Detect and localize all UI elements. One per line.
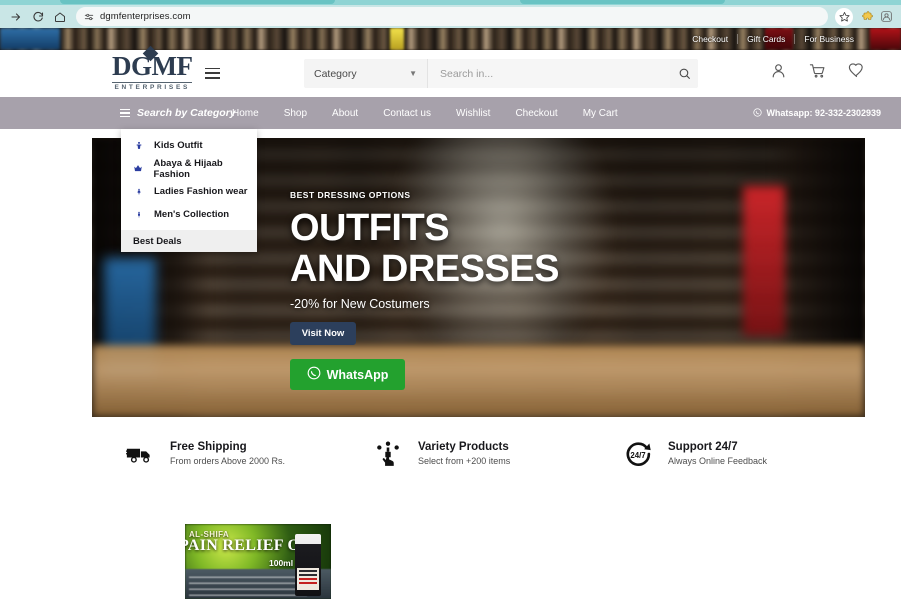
site-logo[interactable]: DGMF ENTERPRISES [112,45,221,92]
top-strip-links: Checkout Gift Cards For Business [683,28,863,50]
browser-tab[interactable] [60,0,335,4]
address-bar[interactable]: dgmfenterprises.com [76,7,828,26]
category-item-ladies-fashion-wear[interactable]: Ladies Fashion wear [121,180,257,203]
home-icon[interactable] [50,7,70,27]
hero-red-garment [743,186,785,336]
nav-whatsapp-label: Whatsapp: 92-332-2302939 [766,108,881,118]
truck-icon [124,438,156,470]
visit-now-button[interactable]: Visit Now [290,322,356,345]
profile-icon[interactable] [878,8,895,25]
category-item-label: Ladies Fashion wear [154,186,248,197]
strip-accent [390,28,404,50]
hero-text-block: BEST DRESSING OPTIONS OUTFITS AND DRESSE… [290,190,560,311]
crown-icon [133,164,144,173]
strip-accent [870,28,901,50]
nav-links: Home Shop About Contact us Wishlist Chec… [232,108,618,119]
category-item-kids-outfit[interactable]: Kids Outfit [121,134,257,157]
whatsapp-button[interactable]: WhatsApp [290,359,405,390]
woman-icon [133,186,144,197]
feature-description: From orders Above 2000 Rs. [170,456,286,466]
nav-item-about[interactable]: About [332,108,358,119]
feature-description: Always Online Feedback [668,456,768,466]
nav-item-home[interactable]: Home [232,108,259,119]
hero-eyebrow: BEST DRESSING OPTIONS [290,190,411,200]
star-icon[interactable] [835,7,853,26]
feature-title: Free Shipping [170,441,247,453]
cart-icon[interactable] [809,62,826,79]
header-search-group: Category ▼ Search in... [304,59,698,88]
hero-title-line1: OUTFITS [290,207,450,249]
feature-support-24-7: 24/7 Support 24/7 Always Online Feedback [622,438,767,470]
category-item-label: Best Deals [133,235,182,247]
feature-title: Support 24/7 [668,441,738,453]
product-volume: 100ml [269,558,294,568]
product-bottle [295,534,321,596]
address-bar-url: dgmfenterprises.com [100,11,191,22]
category-item-mens-collection[interactable]: Men's Collection [121,203,257,226]
search-input[interactable]: Search in... [428,59,670,88]
top-strip-link-gift-cards[interactable]: Gift Cards [738,34,796,44]
search-by-category-label: Search by Category [137,107,236,119]
24-7-support-icon: 24/7 [622,438,654,470]
nav-item-wishlist[interactable]: Wishlist [456,108,490,119]
top-strip-link-for-business[interactable]: For Business [795,34,863,44]
features-section: Free Shipping From orders Above 2000 Rs.… [92,430,865,482]
search-icon[interactable] [670,59,698,88]
user-icon[interactable] [770,62,787,79]
man-icon [133,209,144,220]
kids-icon [133,140,144,151]
top-strip-link-checkout[interactable]: Checkout [683,34,739,44]
nav-whatsapp-contact[interactable]: Whatsapp: 92-332-2302939 [753,107,881,119]
main-navigation-bar: Search by Category Home Shop About Conta… [0,97,901,129]
whatsapp-button-label: WhatsApp [326,367,389,382]
hero-floor [92,345,865,417]
nav-item-shop[interactable]: Shop [284,108,307,119]
feature-description: Select from +200 items [418,456,511,466]
nav-item-my-cart[interactable]: My Cart [583,108,618,119]
hero-title-line2: AND DRESSES [290,248,560,290]
feature-variety-products: Variety Products Select from +200 items [372,438,510,470]
logo-text-block: DGMF ENTERPRISES [112,45,193,92]
header-icon-group [770,62,865,79]
whatsapp-icon [307,366,321,383]
category-item-best-deals[interactable]: Best Deals [121,230,257,252]
extension-puzzle-icon[interactable] [859,8,876,25]
whatsapp-icon [753,107,763,119]
svg-text:24/7: 24/7 [630,451,646,460]
browser-toolbar: dgmfenterprises.com [0,5,901,28]
logo-secondary-text: ENTERPRISES [112,82,193,92]
chevron-down-icon: ▼ [409,69,417,78]
category-item-label: Men's Collection [154,209,230,220]
search-input-placeholder: Search in... [440,67,494,80]
category-item-abaya-hijaab-fashion[interactable]: Abaya & Hijaab Fashion [121,157,257,180]
category-select-label: Category [314,67,357,80]
feature-free-shipping: Free Shipping From orders Above 2000 Rs. [124,438,285,470]
reload-icon[interactable] [28,7,48,27]
visit-now-label: Visit Now [301,328,345,339]
feature-title: Variety Products [418,441,509,453]
browser-chrome: dgmfenterprises.com [0,0,901,28]
nav-item-checkout[interactable]: Checkout [515,108,557,119]
hero-subtitle: -20% for New Costumers [290,297,430,311]
category-item-label: Abaya & Hijaab Fashion [153,157,223,180]
browser-tab[interactable] [520,0,725,4]
search-by-category-button[interactable]: Search by Category [120,107,236,119]
heart-icon[interactable] [848,62,865,79]
product-bottle-label [297,568,319,590]
site-settings-icon[interactable] [84,12,94,22]
top-banner-strip: Checkout Gift Cards For Business [0,28,901,50]
hamburger-icon [120,109,130,117]
category-dropdown-menu: Kids Outfit Abaya & Hijaab Fashion Ladie… [121,129,257,252]
product-image-card[interactable]: AL-SHIFA PAIN RELIEF OIL 100ml [185,524,331,599]
category-item-label: Kids Outfit [154,140,203,151]
nav-item-contact-us[interactable]: Contact us [383,108,431,119]
hamburger-icon[interactable] [205,67,221,79]
strip-accent [0,28,60,50]
product-urdu-text [189,572,307,596]
category-select[interactable]: Category ▼ [304,59,428,88]
forward-arrow-icon[interactable] [6,7,26,27]
click-products-icon [372,438,404,470]
